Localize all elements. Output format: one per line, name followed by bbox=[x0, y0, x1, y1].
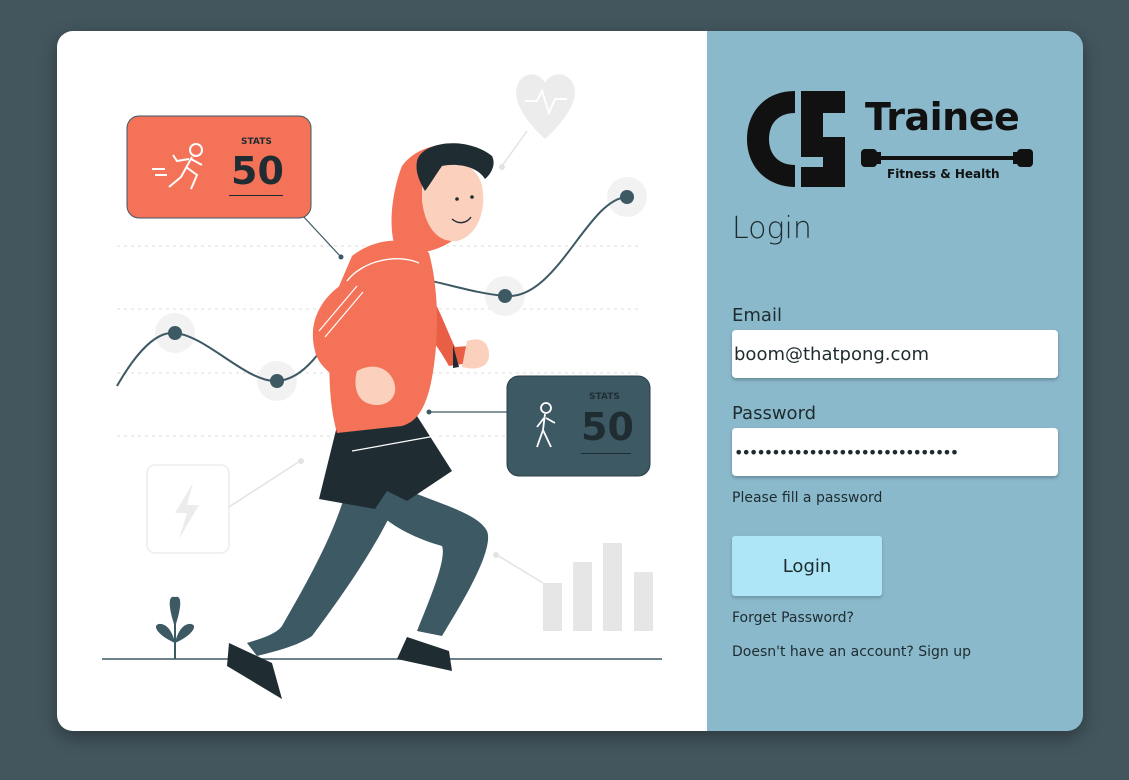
lightning-icon bbox=[146, 458, 304, 554]
email-label: Email bbox=[732, 305, 782, 326]
runner-figure bbox=[227, 143, 494, 699]
stat-card-orange-value: 50 bbox=[231, 149, 284, 193]
brand-name: Trainee bbox=[865, 95, 1020, 139]
email-input[interactable] bbox=[732, 330, 1058, 378]
signup-link[interactable]: Doesn't have an account? Sign up bbox=[732, 644, 971, 660]
illustration-pane: STATS 50 STATS 50 bbox=[57, 31, 707, 731]
heart-icon bbox=[499, 74, 575, 170]
stat-card-orange-underline bbox=[229, 195, 283, 196]
password-input[interactable] bbox=[732, 428, 1058, 476]
logo-mark-icon bbox=[747, 91, 845, 187]
running-man-illustration bbox=[102, 74, 662, 699]
login-pane: Trainee Fitness & Health Login Email Pas… bbox=[707, 31, 1083, 731]
stat-card-dark-underline bbox=[581, 453, 631, 454]
forgot-password-link[interactable]: Forget Password? bbox=[732, 610, 854, 626]
stat-card-orange-label: STATS bbox=[241, 137, 272, 147]
login-card: STATS 50 STATS 50 Trainee Fitness & Heal… bbox=[57, 31, 1083, 731]
password-hint: Please fill a password bbox=[732, 490, 883, 506]
brand-logo: Trainee Fitness & Health bbox=[745, 87, 1045, 191]
plant-icon bbox=[155, 596, 195, 659]
brand-tagline: Fitness & Health bbox=[887, 167, 1000, 181]
stat-card-dark-value: 50 bbox=[581, 405, 634, 449]
password-label: Password bbox=[732, 403, 817, 424]
stat-card-dark-label: STATS bbox=[589, 392, 620, 402]
login-button[interactable]: Login bbox=[732, 536, 882, 596]
bar-chart-icon bbox=[493, 543, 653, 631]
login-heading: Login bbox=[732, 211, 812, 246]
